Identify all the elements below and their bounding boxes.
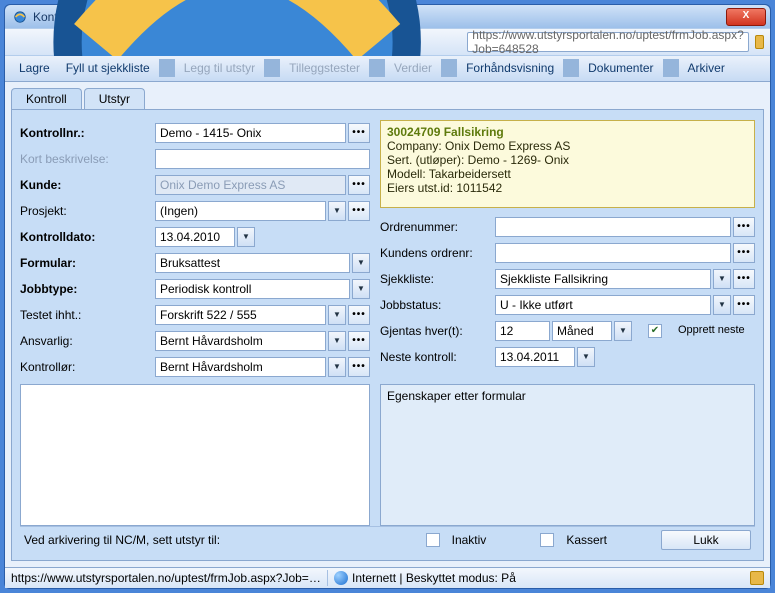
kundensordre-input[interactable] bbox=[495, 243, 731, 263]
address-bar: https://www.utstyrsportalen.no/uptest/fr… bbox=[5, 28, 770, 56]
label-gjentas: Gjentas hver(t): bbox=[380, 324, 495, 338]
ansvarlig-lookup[interactable]: ••• bbox=[348, 331, 370, 351]
kontrollor-dropdown[interactable]: ▼ bbox=[328, 357, 346, 377]
jobbstatus-select[interactable]: U - Ikke utført bbox=[495, 295, 711, 315]
nestekontroll-calendar[interactable]: ▼ bbox=[577, 347, 595, 367]
label-inaktiv: Inaktiv bbox=[452, 533, 487, 547]
lock-icon bbox=[755, 35, 764, 49]
label-nestekontroll: Neste kontroll: bbox=[380, 350, 495, 364]
menu-forhand[interactable]: Forhåndsvisning bbox=[458, 61, 562, 75]
label-ordrenummer: Ordrenummer: bbox=[380, 220, 495, 234]
menu-dokumenter[interactable]: Dokumenter bbox=[580, 61, 661, 75]
info-panel: 30024709 Fallsikring Company: Onix Demo … bbox=[380, 120, 755, 208]
footer-bar: Ved arkivering til NC/M, sett utstyr til… bbox=[20, 526, 755, 554]
kontrollor-select[interactable]: Bernt Håvardsholm bbox=[155, 357, 326, 377]
tab-strip: Kontroll Utstyr bbox=[11, 88, 764, 110]
jobbtype-dropdown[interactable]: ▼ bbox=[352, 279, 370, 299]
globe-icon bbox=[334, 571, 348, 585]
kunde-lookup[interactable]: ••• bbox=[348, 175, 370, 195]
testet-select[interactable]: Forskrift 522 / 555 bbox=[155, 305, 326, 325]
label-kundensordre: Kundens ordrenr: bbox=[380, 246, 495, 260]
jobbstatus-lookup[interactable]: ••• bbox=[733, 295, 755, 315]
label-kunde: Kunde: bbox=[20, 178, 155, 192]
url-field[interactable]: https://www.utstyrsportalen.no/uptest/fr… bbox=[467, 32, 748, 52]
kontrolldato-calendar[interactable]: ▼ bbox=[237, 227, 255, 247]
label-opprett-neste: Opprett neste bbox=[678, 325, 745, 336]
label-kontrollor: Kontrollør: bbox=[20, 360, 155, 374]
kort-input[interactable] bbox=[155, 149, 370, 169]
tab-utstyr[interactable]: Utstyr bbox=[84, 88, 145, 110]
kontrollor-lookup[interactable]: ••• bbox=[348, 357, 370, 377]
label-ansvarlig: Ansvarlig: bbox=[20, 334, 155, 348]
label-kontrolldato: Kontrolldato: bbox=[20, 230, 155, 244]
url-text: https://www.utstyrsportalen.no/uptest/fr… bbox=[472, 28, 743, 56]
tab-kontroll[interactable]: Kontroll bbox=[11, 88, 82, 110]
gjentas-unit-dropdown[interactable]: ▼ bbox=[614, 321, 632, 341]
formular-dropdown[interactable]: ▼ bbox=[352, 253, 370, 273]
status-lock-icon bbox=[750, 571, 764, 585]
info-title: 30024709 Fallsikring bbox=[387, 125, 748, 139]
label-kontrollnr: Kontrollnr.: bbox=[20, 126, 155, 140]
kontrollnr-field[interactable]: Demo - 1415- Onix bbox=[155, 123, 346, 143]
info-modell: Modell: Takarbeidersett bbox=[387, 167, 748, 181]
label-prosjekt: Prosjekt: bbox=[20, 204, 155, 218]
nestekontroll-field[interactable]: 13.04.2011 bbox=[495, 347, 575, 367]
notes-textarea[interactable] bbox=[20, 384, 370, 526]
prosjekt-dropdown[interactable]: ▼ bbox=[328, 201, 346, 221]
label-testet: Testet ihht.: bbox=[20, 308, 155, 322]
kunde-field: Onix Demo Express AS bbox=[155, 175, 346, 195]
inaktiv-checkbox[interactable] bbox=[426, 533, 440, 547]
jobbtype-select[interactable]: Periodisk kontroll bbox=[155, 279, 350, 299]
sjekkliste-select[interactable]: Sjekkliste Fallsikring bbox=[495, 269, 711, 289]
kontrollnr-lookup[interactable]: ••• bbox=[348, 123, 370, 143]
formular-select[interactable]: Bruksattest bbox=[155, 253, 350, 273]
label-jobbtype: Jobbtype: bbox=[20, 282, 155, 296]
lukk-button[interactable]: Lukk bbox=[661, 530, 751, 550]
menu-arkiver[interactable]: Arkiver bbox=[680, 61, 733, 75]
menu-verdier: Verdier bbox=[386, 61, 440, 75]
kontrolldato-field[interactable]: 13.04.2010 bbox=[155, 227, 235, 247]
menu-leggtil: Legg til utstyr bbox=[176, 61, 263, 75]
kundensordre-lookup[interactable]: ••• bbox=[733, 243, 755, 263]
label-kort: Kort beskrivelse: bbox=[20, 152, 155, 166]
menu-lagre[interactable]: Lagre bbox=[11, 61, 58, 75]
label-sjekkliste: Sjekkliste: bbox=[380, 272, 495, 286]
ordrenummer-lookup[interactable]: ••• bbox=[733, 217, 755, 237]
label-jobbstatus: Jobbstatus: bbox=[380, 298, 495, 312]
status-bar: https://www.utstyrsportalen.no/uptest/fr… bbox=[5, 567, 770, 588]
menu-tillegg: Tilleggstester bbox=[281, 61, 368, 75]
prosjekt-select[interactable]: (Ingen) bbox=[155, 201, 326, 221]
prosjekt-lookup[interactable]: ••• bbox=[348, 201, 370, 221]
opprett-neste-checkbox[interactable]: ✔ bbox=[648, 324, 662, 338]
menu-bar: Lagre Fyll ut sjekkliste Legg til utstyr… bbox=[5, 56, 770, 81]
info-eiers: Eiers utst.id: 1011542 bbox=[387, 181, 748, 195]
jobbstatus-dropdown[interactable]: ▼ bbox=[713, 295, 731, 315]
properties-panel: Egenskaper etter formular bbox=[380, 384, 755, 526]
label-formular: Formular: bbox=[20, 256, 155, 270]
window-close-button[interactable]: X bbox=[726, 8, 766, 26]
sjekkliste-dropdown[interactable]: ▼ bbox=[713, 269, 731, 289]
ordrenummer-input[interactable] bbox=[495, 217, 731, 237]
properties-header: Egenskaper etter formular bbox=[387, 389, 526, 403]
kassert-checkbox[interactable] bbox=[540, 533, 554, 547]
info-company: Company: Onix Demo Express AS bbox=[387, 139, 748, 153]
label-archive: Ved arkivering til NC/M, sett utstyr til… bbox=[24, 533, 220, 547]
info-sert: Sert. (utløper): Demo - 1269- Onix bbox=[387, 153, 748, 167]
gjentas-unit-select[interactable]: Måned bbox=[552, 321, 612, 341]
status-mode: Internett | Beskyttet modus: På bbox=[352, 571, 516, 585]
testet-dropdown[interactable]: ▼ bbox=[328, 305, 346, 325]
status-path: https://www.utstyrsportalen.no/uptest/fr… bbox=[11, 571, 321, 585]
label-kassert: Kassert bbox=[566, 533, 607, 547]
menu-fyllut[interactable]: Fyll ut sjekkliste bbox=[58, 61, 158, 75]
gjentas-num-input[interactable] bbox=[495, 321, 550, 341]
ansvarlig-select[interactable]: Bernt Håvardsholm bbox=[155, 331, 326, 351]
testet-lookup[interactable]: ••• bbox=[348, 305, 370, 325]
sjekkliste-lookup[interactable]: ••• bbox=[733, 269, 755, 289]
ansvarlig-dropdown[interactable]: ▼ bbox=[328, 331, 346, 351]
